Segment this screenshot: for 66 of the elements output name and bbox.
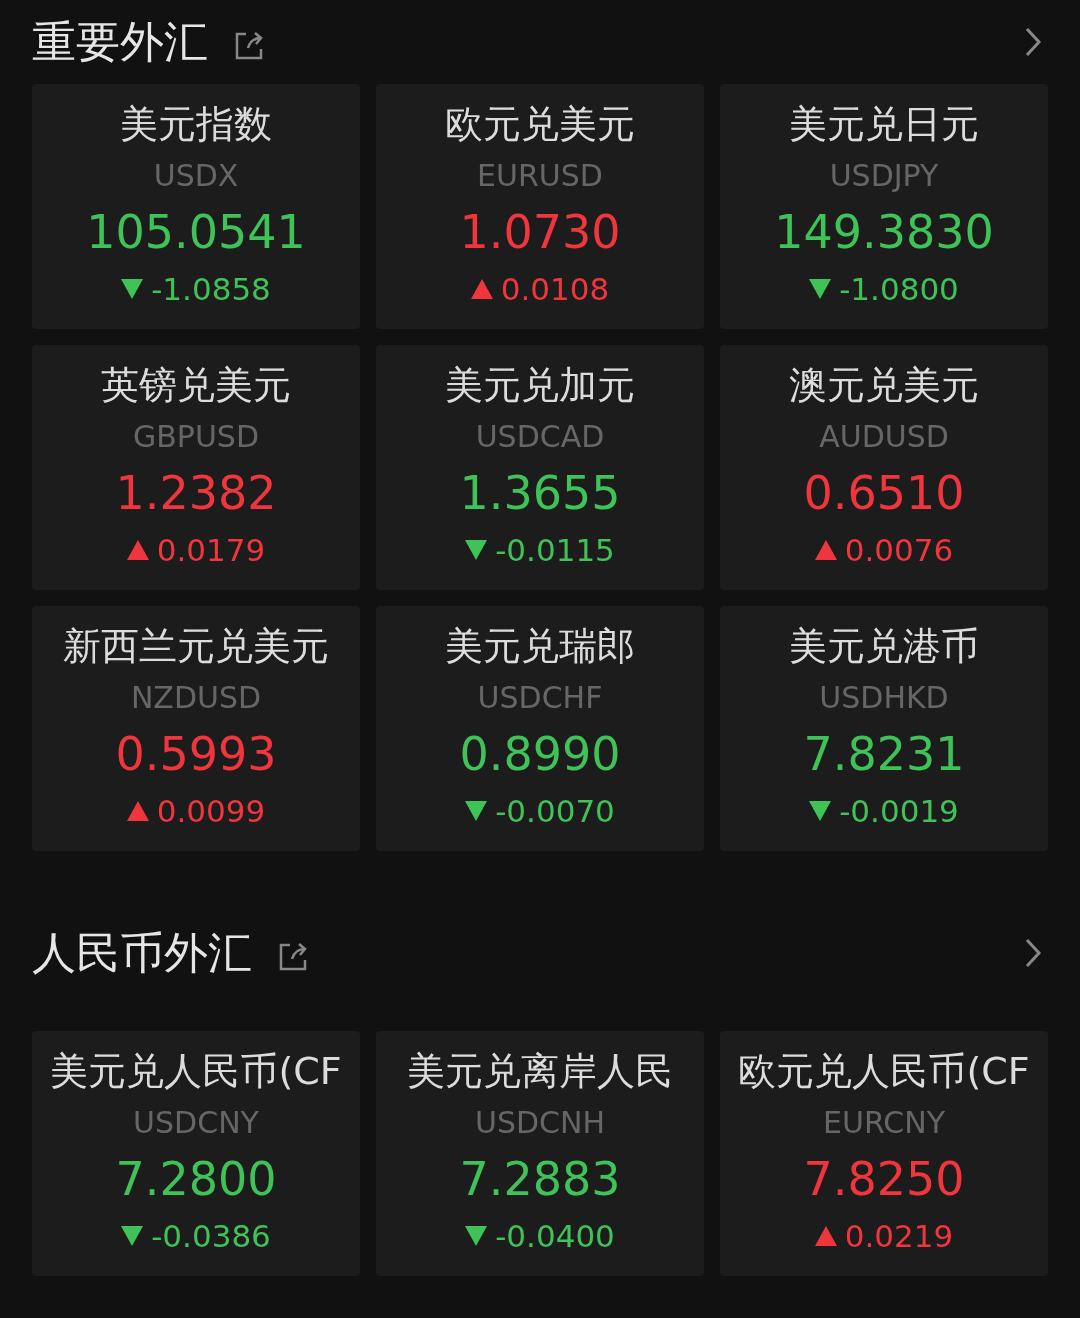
section-title: 人民币外汇	[32, 925, 252, 980]
chevron-right-icon[interactable]	[1024, 937, 1042, 969]
quote-card[interactable]: 美元兑日元 USDJPY 149.3830 -1.0800	[720, 84, 1048, 329]
price-change: 0.0108	[500, 269, 610, 309]
pair-code: EURUSD	[477, 156, 603, 195]
quote-card[interactable]: 美元兑人民币(CF USDCNY 7.2800 -0.0386	[32, 1031, 360, 1276]
price-change: -0.0115	[495, 530, 615, 570]
pair-code: USDJPY	[829, 156, 939, 195]
quote-card[interactable]: 美元兑瑞郎 USDCHF 0.8990 -0.0070	[376, 606, 704, 851]
price-change: -1.0858	[151, 269, 271, 309]
pair-name: 英镑兑美元	[101, 361, 291, 409]
price-change: -0.0070	[495, 791, 615, 831]
price: 7.8231	[803, 725, 965, 783]
price: 7.8250	[803, 1150, 965, 1208]
price: 1.2382	[115, 464, 277, 522]
price-change: -1.0800	[839, 269, 959, 309]
section-title: 重要外汇	[32, 14, 208, 69]
price-change: 0.0099	[156, 791, 266, 831]
pair-name: 美元兑离岸人民	[407, 1047, 673, 1095]
price: 7.2883	[459, 1150, 621, 1208]
quote-card[interactable]: 欧元兑美元 EURUSD 1.0730 0.0108	[376, 84, 704, 329]
price: 0.8990	[459, 725, 621, 783]
price: 0.6510	[803, 464, 965, 522]
quote-card[interactable]: 美元兑加元 USDCAD 1.3655 -0.0115	[376, 345, 704, 590]
price-change: -0.0386	[151, 1216, 271, 1256]
quote-card[interactable]: 美元兑离岸人民 USDCNH 7.2883 -0.0400	[376, 1031, 704, 1276]
price: 149.3830	[774, 203, 994, 261]
pair-name: 欧元兑人民币(CF	[738, 1047, 1030, 1095]
price-change: 0.0179	[156, 530, 266, 570]
price-change: 0.0076	[844, 530, 954, 570]
pair-code: USDX	[153, 156, 239, 195]
share-icon[interactable]	[234, 31, 264, 61]
price-change: 0.0219	[844, 1216, 954, 1256]
pair-code: USDCNY	[133, 1103, 259, 1142]
price-change: -0.0400	[495, 1216, 615, 1256]
share-icon[interactable]	[278, 942, 308, 972]
pair-code: GBPUSD	[133, 417, 259, 456]
quote-card[interactable]: 英镑兑美元 GBPUSD 1.2382 0.0179	[32, 345, 360, 590]
quote-card[interactable]: 美元指数 USDX 105.0541 -1.0858	[32, 84, 360, 329]
pair-code: USDHKD	[819, 678, 949, 717]
price: 7.2800	[115, 1150, 277, 1208]
pair-code: NZDUSD	[130, 678, 262, 717]
pair-name: 澳元兑美元	[789, 361, 979, 409]
quote-card[interactable]: 欧元兑人民币(CF EURCNY 7.8250 0.0219	[720, 1031, 1048, 1276]
pair-name: 美元兑港币	[789, 622, 979, 670]
pair-name: 欧元兑美元	[445, 100, 635, 148]
price: 105.0541	[86, 203, 306, 261]
pair-name: 美元兑瑞郎	[445, 622, 635, 670]
pair-code: USDCAD	[475, 417, 605, 456]
pair-name: 美元兑加元	[445, 361, 635, 409]
pair-code: EURCNY	[823, 1103, 945, 1142]
pair-code: AUDUSD	[819, 417, 949, 456]
quote-card[interactable]: 美元兑港币 USDHKD 7.8231 -0.0019	[720, 606, 1048, 851]
pair-code: USDCNH	[474, 1103, 606, 1142]
price: 1.0730	[459, 203, 621, 261]
quote-card[interactable]: 新西兰元兑美元 NZDUSD 0.5993 0.0099	[32, 606, 360, 851]
price-change: -0.0019	[839, 791, 959, 831]
pair-name: 美元指数	[120, 100, 272, 148]
pair-name: 美元兑日元	[789, 100, 979, 148]
price: 0.5993	[115, 725, 277, 783]
pair-name: 新西兰元兑美元	[63, 622, 329, 670]
price: 1.3655	[459, 464, 621, 522]
pair-code: USDCHF	[477, 678, 603, 717]
quote-card[interactable]: 澳元兑美元 AUDUSD 0.6510 0.0076	[720, 345, 1048, 590]
chevron-right-icon[interactable]	[1024, 26, 1042, 58]
pair-name: 美元兑人民币(CF	[50, 1047, 342, 1095]
